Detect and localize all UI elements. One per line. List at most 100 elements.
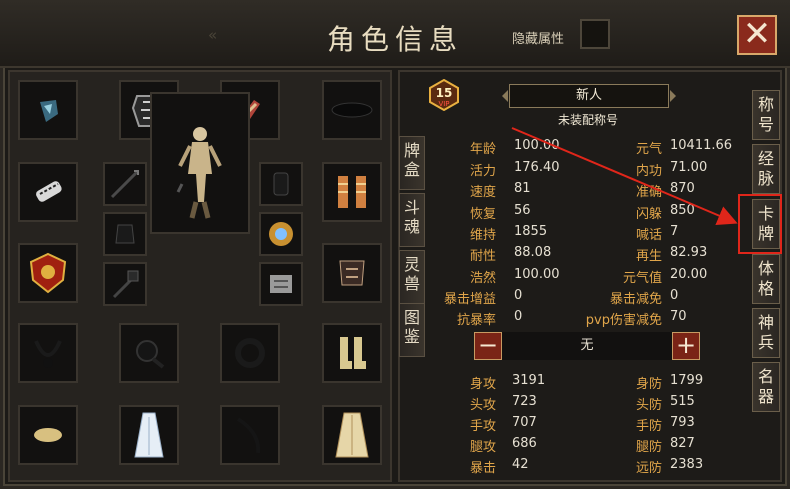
tab-meridian[interactable]: 经脉	[752, 144, 780, 194]
combat-value: 2383	[670, 457, 704, 472]
combat-value: 515	[670, 394, 695, 409]
character-portrait	[150, 92, 250, 234]
combat-label: 腿攻	[469, 440, 496, 455]
stat-label: 闪躲	[635, 207, 662, 222]
stat-value: 870	[670, 181, 695, 196]
stat-value: 1855	[514, 224, 548, 239]
combat-value: 42	[512, 457, 529, 472]
stat-label: 抗暴率	[456, 313, 496, 328]
stat-label: 浩然	[469, 271, 496, 286]
stat-value: 0	[514, 288, 523, 303]
cloth-icon[interactable]	[103, 212, 147, 256]
gauntlet-icon[interactable]	[18, 162, 78, 222]
hat-icon[interactable]	[322, 80, 382, 140]
stat-label: 速度	[469, 185, 496, 200]
stat-label: 年龄	[469, 142, 496, 157]
gem-icon[interactable]	[18, 80, 78, 140]
combat-label: 头防	[635, 398, 662, 413]
combat-value: 3191	[512, 373, 546, 388]
stat-label: 耐性	[469, 249, 496, 264]
stat-label: 元气值	[622, 271, 662, 286]
wrist-guard-icon[interactable]	[259, 162, 303, 206]
stat-value: 81	[514, 181, 531, 196]
vip-badge-icon: 15 VIP	[429, 79, 459, 111]
spear-icon[interactable]	[103, 162, 147, 206]
stat-label: 内功	[635, 164, 662, 179]
stat-value: 0	[670, 288, 679, 303]
stat-value: 176.40	[514, 160, 560, 175]
tab-physique[interactable]: 体格	[752, 254, 780, 304]
combat-label: 身攻	[469, 377, 496, 392]
stat-label: 再生	[635, 249, 662, 264]
belt-armor-icon[interactable]	[322, 243, 382, 303]
stat-label: 元气	[635, 142, 662, 157]
combat-value: 723	[512, 394, 537, 409]
card-tab-highlight	[738, 194, 782, 254]
hide-attributes-label: 隐藏属性	[512, 32, 565, 47]
stat-value: 71.00	[670, 160, 708, 175]
combat-value: 827	[670, 436, 695, 451]
combat-value: 1799	[670, 373, 704, 388]
combat-label: 腿防	[635, 440, 662, 455]
stat-label: 维持	[469, 228, 496, 243]
stat-value: 56	[514, 203, 531, 218]
stat-value: 850	[670, 203, 695, 218]
blade-icon[interactable]	[220, 405, 280, 465]
necklace-icon[interactable]	[18, 323, 78, 383]
stat-label: pvp伤害减免	[585, 313, 662, 328]
window-title: 角色信息	[326, 23, 463, 56]
combat-label: 远防	[635, 461, 662, 476]
stat-value: 10411.66	[670, 138, 733, 153]
combat-value: 707	[512, 415, 537, 430]
boots-icon[interactable]	[322, 323, 382, 383]
ring-icon[interactable]	[220, 323, 280, 383]
character-title: 未装配称号	[557, 113, 618, 127]
tab-codex[interactable]: 图鉴	[399, 303, 425, 357]
robe-icon[interactable]	[119, 405, 179, 465]
combat-label: 暴击	[469, 461, 496, 476]
stat-label: 喊话	[635, 228, 662, 243]
shoulder-armor-icon[interactable]	[259, 262, 303, 306]
tab-card-box[interactable]: 牌盒	[399, 136, 425, 190]
stat-label: 准确	[635, 185, 662, 200]
stat-label: 暴击减免	[609, 292, 662, 307]
combat-label: 身防	[635, 377, 662, 392]
combat-value: 686	[512, 436, 537, 451]
combat-label: 头攻	[469, 398, 496, 413]
stat-value: 70	[670, 309, 687, 324]
minus-button[interactable]: −	[474, 332, 502, 360]
combat-label: 手攻	[469, 419, 496, 434]
plus-button[interactable]: +	[672, 332, 700, 360]
stat-label: 活力	[469, 164, 496, 179]
vip-label: VIP	[438, 100, 449, 108]
stat-label: 恢复	[469, 207, 496, 222]
selector-value: 无	[580, 338, 594, 353]
tab-title[interactable]: 称号	[752, 90, 780, 140]
character-name: 新人	[502, 84, 676, 108]
hide-attributes-checkbox[interactable]	[580, 19, 610, 49]
emblem-icon[interactable]	[18, 243, 78, 303]
tab-divine-weapon[interactable]: 神兵	[752, 308, 780, 358]
mace-icon[interactable]	[103, 262, 147, 306]
close-button[interactable]: ✕	[737, 15, 777, 55]
stat-value: 82.93	[670, 245, 708, 260]
tab-spirit-beast[interactable]: 灵兽	[399, 250, 425, 304]
combat-label: 手防	[635, 419, 662, 434]
boots-pair-icon[interactable]	[322, 162, 382, 222]
shoe-icon[interactable]	[18, 405, 78, 465]
cape-icon[interactable]	[322, 405, 382, 465]
stat-value: 100.00	[514, 267, 560, 282]
combat-value: 793	[670, 415, 695, 430]
vip-level: 15	[436, 86, 453, 100]
stat-value: 88.08	[514, 245, 552, 260]
character-info-window: « 角色信息 隐藏属性 ✕ 牌 盒 斗 魂 灵 兽 图 鉴 称 号 经 脉 卡 …	[0, 0, 790, 489]
stat-value: 7	[670, 224, 679, 239]
tab-battle-soul[interactable]: 斗魂	[399, 193, 425, 247]
medal-icon[interactable]	[259, 212, 303, 256]
stat-label: 暴击增益	[443, 292, 496, 307]
tab-artifact[interactable]: 名器	[752, 362, 780, 412]
stat-value: 100.00	[514, 138, 560, 153]
stat-value: 0	[514, 309, 523, 324]
cuff-icon[interactable]	[119, 323, 179, 383]
stat-value: 20.00	[670, 267, 708, 282]
